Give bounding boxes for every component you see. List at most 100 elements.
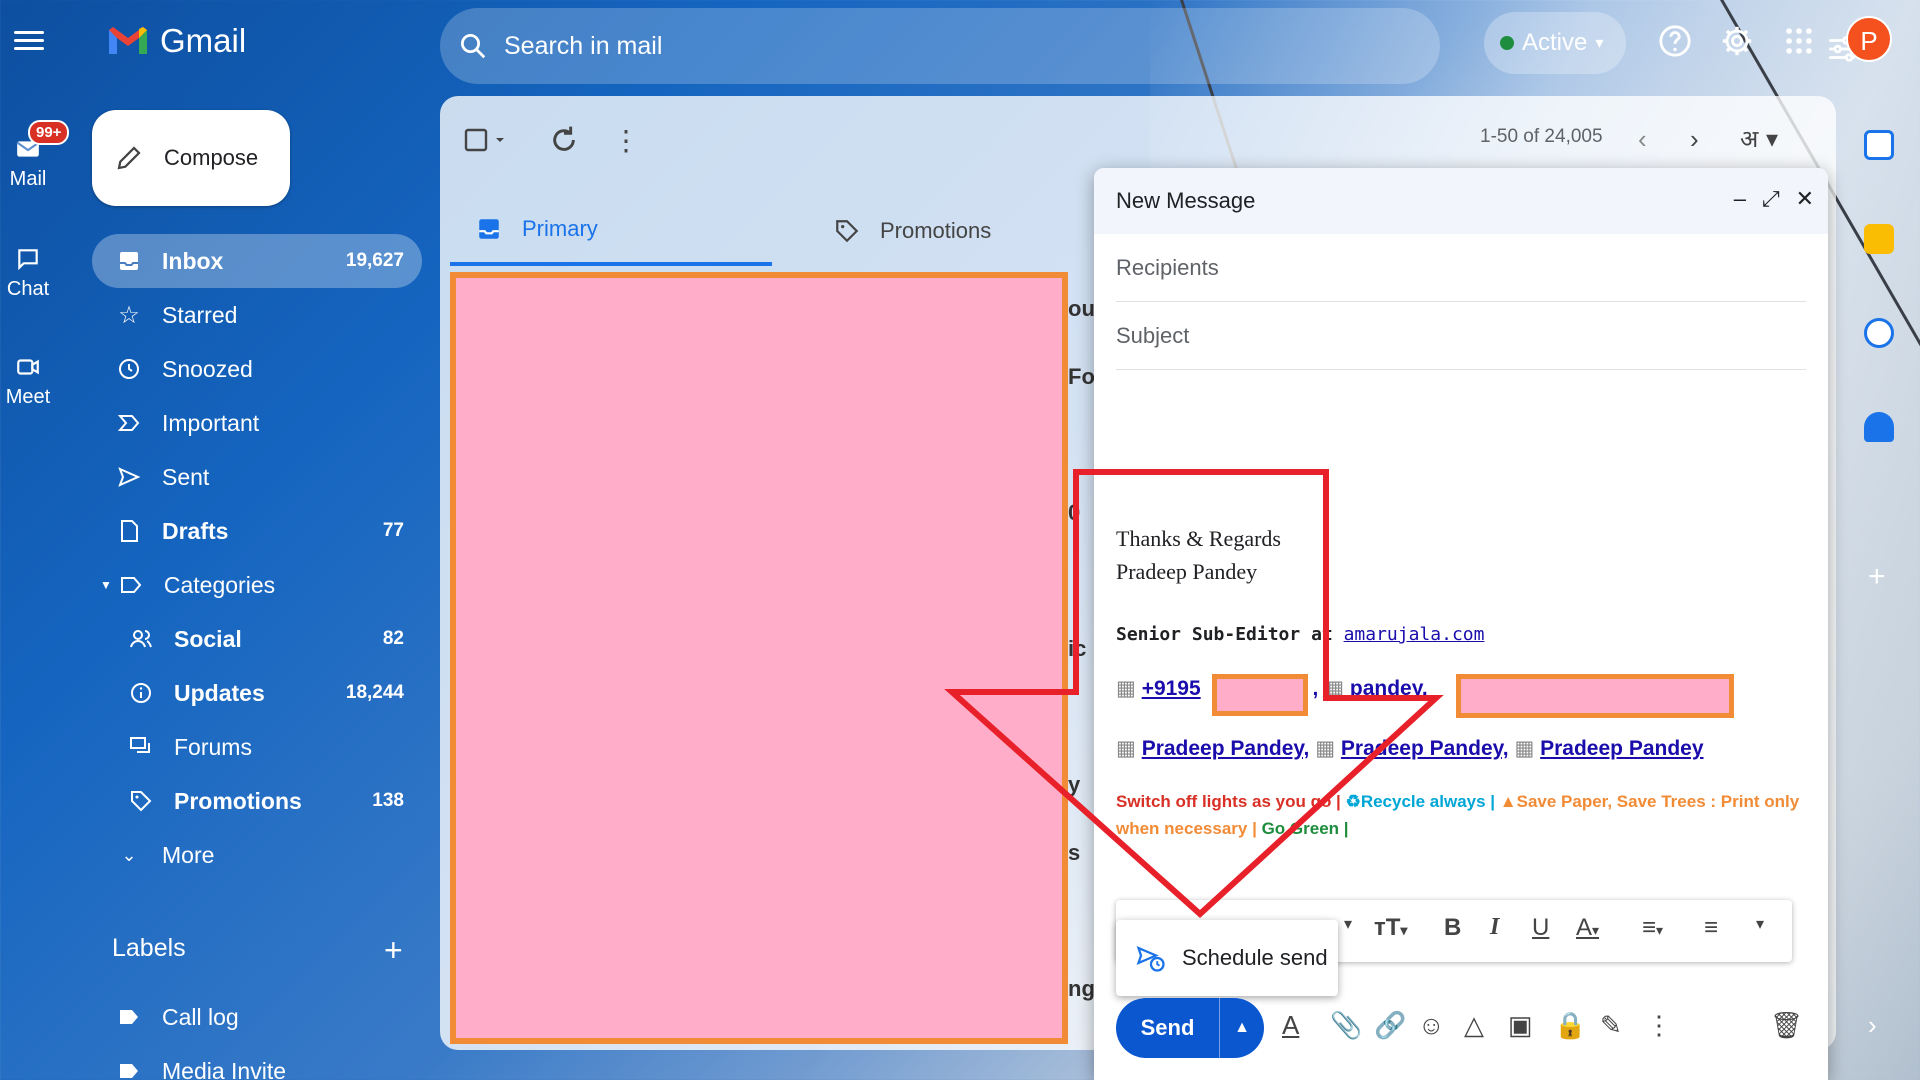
tab-primary[interactable]: Primary [450,196,772,266]
sidebar-item-snoozed[interactable]: Snoozed [92,342,422,396]
fullscreen-icon[interactable]: ⤢ [1762,186,1780,212]
input-tools-button[interactable]: अ ▾ [1740,122,1778,155]
mail-row-fragment: s [1068,840,1081,865]
broken-image-icon: ▦ [1315,737,1336,760]
select-checkbox-icon[interactable] [464,124,510,156]
keep-addon-icon[interactable] [1864,224,1894,254]
minimize-icon[interactable]: ‒ [1734,186,1746,212]
phone-link[interactable]: +9195 [1142,677,1201,700]
calendar-addon-icon[interactable] [1864,130,1894,160]
sidebar-item-starred[interactable]: ☆ Starred [92,288,422,342]
sidebar-item-label: Categories [163,571,276,598]
recipients-field[interactable] [1116,234,1806,302]
tasks-addon-icon[interactable] [1864,318,1894,348]
formatting-options-icon[interactable]: A [1282,1010,1299,1041]
confidential-lock-icon[interactable]: 🔒 [1554,1010,1586,1041]
more-formatting-icon[interactable]: ▾ [1756,914,1764,934]
compose-button[interactable]: Compose [92,110,290,206]
numbered-list-icon[interactable]: ≡ [1704,914,1718,942]
mail-row-fragment: Fo [1068,364,1095,389]
social-link[interactable]: Pradeep Pandey, [1142,737,1310,760]
label-item-text: Media Invite [162,1057,287,1080]
signature-pen-icon[interactable]: ✎ [1600,1010,1622,1041]
text-size-icon[interactable]: тT▾ [1374,914,1407,942]
sidebar-item-social[interactable]: Social 82 [92,612,422,666]
sidebar-item-important[interactable]: Important [92,396,422,450]
emoji-icon[interactable]: ☺ [1418,1010,1445,1041]
attach-icon[interactable]: 📎 [1330,1010,1362,1041]
tab-promotions[interactable]: Promotions [808,196,1108,266]
rail-chat[interactable]: Chat [0,246,56,301]
underline-icon[interactable]: U [1532,914,1549,942]
draft-icon [121,520,138,542]
label-item-call-log[interactable]: Call log [92,990,422,1044]
subject-input[interactable] [1116,322,1806,349]
refresh-icon[interactable] [548,124,580,156]
sidebar-item-label: Snoozed [162,355,253,382]
broken-image-icon: ▦ [1514,737,1535,760]
schedule-send-icon [1136,945,1165,972]
sidebar-nav: Inbox 19,627 ☆ Starred Snoozed Important… [92,234,422,882]
schedule-send-menu-item[interactable]: Schedule send [1116,920,1338,996]
add-addon-icon[interactable]: + [1868,560,1886,594]
updates-count: 18,244 [345,682,404,703]
account-avatar[interactable]: P [1846,16,1892,62]
apps-grid-icon[interactable] [1782,24,1816,58]
email-link[interactable]: pandey. [1350,677,1428,700]
signature-block[interactable]: Thanks & Regards Pradeep Pandey [1116,522,1281,588]
more-vert-icon[interactable]: ⋮ [612,124,640,157]
drive-icon[interactable]: △ [1464,1010,1484,1041]
sidebar-item-forums[interactable]: Forums [92,720,422,774]
tab-label: Primary [522,216,598,241]
labels-heading: Labels [112,934,186,962]
font-dropdown-icon[interactable]: ▾ [1344,914,1352,934]
sidebar-item-sent[interactable]: Sent [92,450,422,504]
search-icon[interactable] [458,31,488,61]
rail-meet[interactable]: Meet [0,354,56,409]
expand-side-panel-icon[interactable]: › [1868,1010,1877,1041]
main-menu-icon[interactable] [14,26,44,56]
recipients-input[interactable] [1116,254,1806,281]
gmail-m-icon [109,27,147,54]
discard-trash-icon[interactable]: 🗑 [1770,1010,1803,1041]
sidebar-item-categories[interactable]: ▼ Categories [92,558,422,612]
add-label-icon[interactable]: + [384,932,403,969]
pagination-range: 1-50 of 24,005 [1480,126,1603,147]
pencil-icon [117,146,141,170]
label-icon [120,577,142,593]
employer-link[interactable]: amarujala.com [1344,624,1485,645]
prev-page-icon[interactable]: ‹ [1638,124,1647,155]
sidebar-item-drafts[interactable]: Drafts 77 [92,504,422,558]
send-button[interactable]: Send [1116,998,1220,1058]
compose-header[interactable]: New Message ‒ ⤢ ✕ [1094,168,1828,234]
bold-icon[interactable]: B [1444,914,1461,942]
next-page-icon[interactable]: › [1690,124,1699,155]
insert-link-icon[interactable]: 🔗 [1374,1010,1406,1041]
more-options-icon[interactable]: ⋮ [1646,1010,1672,1041]
label-item-media-invite[interactable]: Media Invite [92,1044,422,1080]
redacted-phone [1212,674,1308,716]
sidebar-item-promotions[interactable]: Promotions 138 [92,774,422,828]
gmail-logo[interactable]: Gmail [106,22,246,60]
subject-field[interactable] [1116,302,1806,370]
close-icon[interactable]: ✕ [1796,186,1814,212]
settings-gear-icon[interactable] [1720,24,1754,58]
align-icon[interactable]: ≡▾ [1642,914,1663,942]
help-icon[interactable] [1658,24,1692,58]
send-options-icon[interactable]: ▲ [1220,1019,1264,1037]
social-link[interactable]: Pradeep Pandey [1540,737,1703,760]
sidebar-item-more[interactable]: ⌄ More [92,828,422,882]
status-selector[interactable]: Active ▾ [1484,12,1626,74]
text-color-icon[interactable]: A▾ [1576,914,1599,942]
search-bar[interactable] [440,8,1855,84]
italic-icon[interactable]: I [1490,914,1499,941]
search-input[interactable] [504,31,1104,61]
rail-meet-label: Meet [5,386,51,408]
status-dot [1500,36,1514,50]
signature-social-row: ▦ Pradeep Pandey, ▦ Pradeep Pandey, ▦ Pr… [1116,736,1704,761]
sidebar-item-inbox[interactable]: Inbox 19,627 [92,234,422,288]
sidebar-item-updates[interactable]: Updates 18,244 [92,666,422,720]
social-link[interactable]: Pradeep Pandey, [1341,737,1509,760]
contacts-addon-icon[interactable] [1864,412,1894,442]
insert-photo-icon[interactable]: ▣ [1508,1010,1533,1041]
